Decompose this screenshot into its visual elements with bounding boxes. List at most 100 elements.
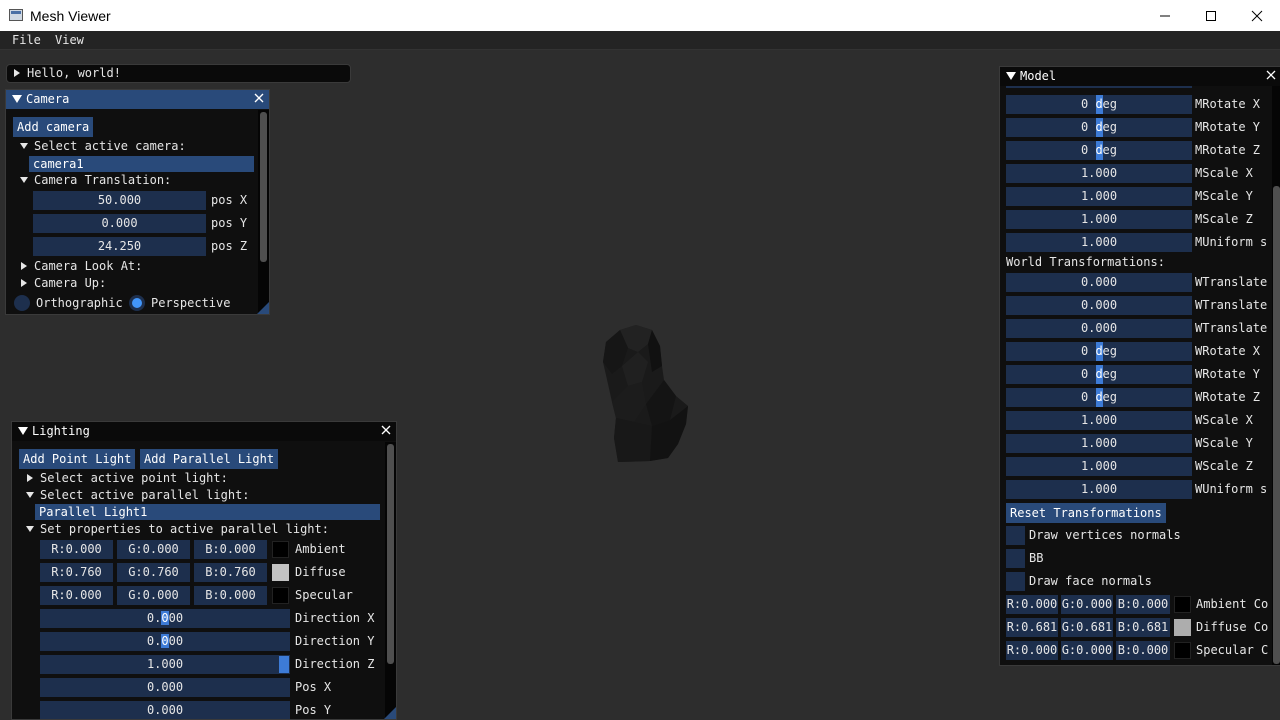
model-ambient-b-field[interactable]: B:0.000 <box>1116 595 1170 614</box>
mscale-y-field[interactable]: 1.000 <box>1006 187 1192 206</box>
add-point-light-button[interactable]: Add Point Light <box>19 449 136 469</box>
maximize-button[interactable] <box>1188 0 1234 31</box>
model-specular-b-field[interactable]: B:0.000 <box>1116 641 1170 660</box>
scrollbar-thumb[interactable] <box>1273 186 1280 664</box>
model-header[interactable]: Model <box>1000 67 1280 86</box>
expanded-arrow-icon[interactable] <box>26 526 34 532</box>
mscale-x-label: MScale X <box>1195 166 1253 180</box>
slider-grab[interactable] <box>279 656 289 673</box>
perspective-radio[interactable] <box>129 295 145 311</box>
specular-b-field[interactable]: B:0.000 <box>194 586 267 605</box>
camera-header[interactable]: Camera <box>6 90 269 109</box>
mscale-x-field[interactable]: 1.000 <box>1006 164 1192 183</box>
direction-y-field[interactable]: 0.000 <box>40 632 290 651</box>
hello-window[interactable]: Hello, world! <box>6 64 351 83</box>
light-pos-x-field[interactable]: 0.000 <box>40 678 290 697</box>
minimize-button[interactable] <box>1142 0 1188 31</box>
wuniform-scale-label: WUniform s <box>1195 482 1268 496</box>
ambient-color-swatch[interactable] <box>272 541 289 558</box>
mrotate-y-field[interactable]: 0 deg <box>1006 118 1192 137</box>
model-diffuse-g-field[interactable]: G:0.681 <box>1061 618 1113 637</box>
model-diffuse-b-field[interactable]: B:0.681 <box>1116 618 1170 637</box>
expanded-arrow-icon[interactable] <box>20 143 28 149</box>
lighting-header[interactable]: Lighting <box>12 422 396 441</box>
direction-z-field[interactable]: 1.000 <box>40 655 290 674</box>
lighting-scrollbar[interactable] <box>385 442 396 719</box>
active-parallel-light-item[interactable]: Parallel Light1 <box>35 504 380 520</box>
model-ambient-r-field[interactable]: R:0.000 <box>1006 595 1058 614</box>
specular-g-field[interactable]: G:0.000 <box>117 586 190 605</box>
ambient-g-field[interactable]: G:0.000 <box>117 540 190 559</box>
ambient-b-field[interactable]: B:0.000 <box>194 540 267 559</box>
close-icon[interactable] <box>253 92 265 104</box>
select-parallel-light-label[interactable]: Select active parallel light: <box>40 486 250 505</box>
wuniform-scale-field[interactable]: 1.000 <box>1006 480 1192 499</box>
close-button[interactable] <box>1234 0 1280 31</box>
collapsed-arrow-icon[interactable] <box>21 279 27 287</box>
mrotate-z-field[interactable]: 0 deg <box>1006 141 1192 160</box>
wtranslate-z-field[interactable]: 0.000 <box>1006 319 1192 338</box>
light-pos-y-field[interactable]: 0.000 <box>40 701 290 719</box>
resize-grip[interactable] <box>384 707 396 719</box>
model-diffuse-swatch[interactable] <box>1174 619 1191 636</box>
bb-checkbox[interactable] <box>1006 549 1025 568</box>
camera-up-label[interactable]: Camera Up: <box>34 274 106 293</box>
collapse-arrow-icon[interactable] <box>12 95 22 103</box>
collapse-arrow-icon[interactable] <box>1006 72 1016 80</box>
model-specular-swatch[interactable] <box>1174 642 1191 659</box>
diffuse-g-field[interactable]: G:0.760 <box>117 563 190 582</box>
pos-x-field[interactable]: 50.000 <box>33 191 206 210</box>
model-specular-r-field[interactable]: R:0.000 <box>1006 641 1058 660</box>
menu-file[interactable]: File <box>12 33 41 47</box>
camera-scrollbar[interactable] <box>258 110 269 314</box>
model-diffuse-r-field[interactable]: R:0.681 <box>1006 618 1058 637</box>
close-icon[interactable] <box>380 424 392 436</box>
vertex-normals-label: Draw vertices normals <box>1029 528 1181 542</box>
ambient-r-field[interactable]: R:0.000 <box>40 540 113 559</box>
mrotate-x-field[interactable]: 0 deg <box>1006 95 1192 114</box>
close-icon[interactable] <box>1265 69 1277 81</box>
hello-title: Hello, world! <box>27 66 121 80</box>
menu-view[interactable]: View <box>55 33 84 47</box>
mscale-z-field[interactable]: 1.000 <box>1006 210 1192 229</box>
wtranslate-x-field[interactable]: 0.000 <box>1006 273 1192 292</box>
collapsed-arrow-icon[interactable] <box>21 262 27 270</box>
add-parallel-light-button[interactable]: Add Parallel Light <box>140 449 279 469</box>
add-camera-button[interactable]: Add camera <box>13 117 94 137</box>
mscale-y-label: MScale Y <box>1195 189 1253 203</box>
pos-z-label: pos Z <box>211 239 248 253</box>
vertex-normals-checkbox[interactable] <box>1006 526 1025 545</box>
wscale-x-field[interactable]: 1.000 <box>1006 411 1192 430</box>
face-normals-checkbox[interactable] <box>1006 572 1025 591</box>
collapse-arrow-icon[interactable] <box>18 427 28 435</box>
direction-x-field[interactable]: 0.000 <box>40 609 290 628</box>
expanded-arrow-icon[interactable] <box>20 177 28 183</box>
maximize-icon <box>1206 10 1216 21</box>
specular-r-field[interactable]: R:0.000 <box>40 586 113 605</box>
model-specular-g-field[interactable]: G:0.000 <box>1061 641 1113 660</box>
active-camera-item[interactable]: camera1 <box>29 156 254 172</box>
pos-y-field[interactable]: 0.000 <box>33 214 206 233</box>
wrotate-y-field[interactable]: 0 deg <box>1006 365 1192 384</box>
scrollbar-thumb[interactable] <box>387 444 394 664</box>
wscale-z-field[interactable]: 1.000 <box>1006 457 1192 476</box>
wscale-y-field[interactable]: 1.000 <box>1006 434 1192 453</box>
reset-transformations-button[interactable]: Reset Transformations <box>1006 503 1166 523</box>
expanded-arrow-icon[interactable] <box>26 492 34 498</box>
model-scrollbar[interactable] <box>1272 86 1280 665</box>
model-ambient-swatch[interactable] <box>1174 596 1191 613</box>
muniform-scale-field[interactable]: 1.000 <box>1006 233 1192 252</box>
wtranslate-y-field[interactable]: 0.000 <box>1006 296 1192 315</box>
diffuse-b-field[interactable]: B:0.760 <box>194 563 267 582</box>
wrotate-x-field[interactable]: 0 deg <box>1006 342 1192 361</box>
model-ambient-g-field[interactable]: G:0.000 <box>1061 595 1113 614</box>
wrotate-z-field[interactable]: 0 deg <box>1006 388 1192 407</box>
orthographic-radio[interactable] <box>14 295 30 311</box>
pos-z-field[interactable]: 24.250 <box>33 237 206 256</box>
diffuse-color-swatch[interactable] <box>272 564 289 581</box>
scrollbar-thumb[interactable] <box>260 112 267 262</box>
resize-grip[interactable] <box>257 302 269 314</box>
diffuse-r-field[interactable]: R:0.760 <box>40 563 113 582</box>
collapsed-arrow-icon[interactable] <box>27 474 33 482</box>
specular-color-swatch[interactable] <box>272 587 289 604</box>
